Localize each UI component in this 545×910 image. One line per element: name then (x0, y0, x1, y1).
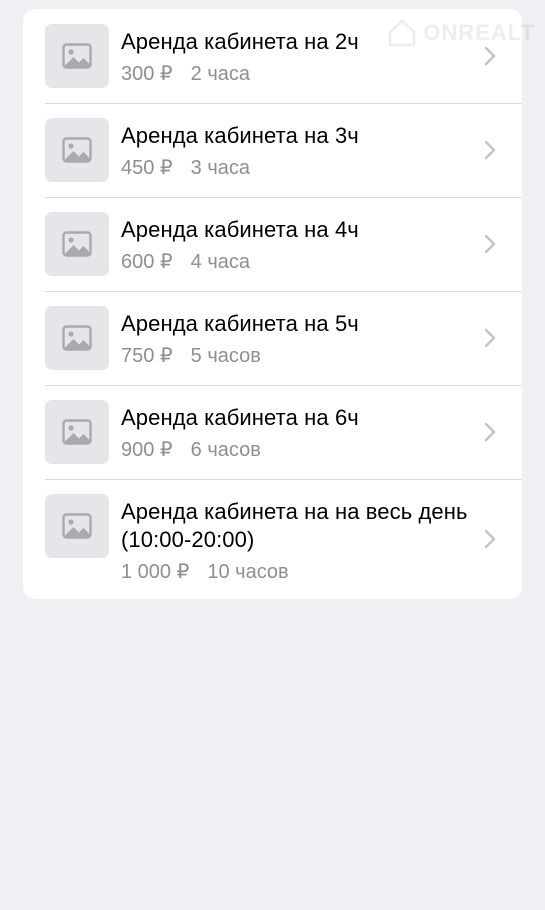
list-item-price: 450 ₽ (121, 157, 173, 179)
services-list: Аренда кабинета на 2ч 300 ₽2 часа Аренда… (23, 9, 522, 599)
list-item-meta: 300 ₽ 2 часа (121, 62, 482, 86)
list-item-text: Аренда кабинета на 5ч 750 ₽ 5 часов (121, 306, 482, 370)
list-item-title: Аренда кабинета на 3ч (121, 123, 359, 148)
list-item-duration: 3 часа (190, 157, 251, 179)
watermark-text: ONREALT (423, 20, 535, 45)
chevron-right-icon (482, 232, 498, 256)
list-item-duration: 5 часов (190, 345, 261, 367)
image-placeholder-icon (45, 400, 109, 464)
list-item-price: 900 ₽ (121, 439, 173, 461)
list-item[interactable]: Аренда кабинета на 4ч 600 ₽ 4 часа (23, 197, 522, 291)
list-item-duration: 10 часов (207, 561, 289, 583)
image-placeholder-icon (45, 118, 109, 182)
list-item-text: Аренда кабинета на 6ч 900 ₽ 6 часов (121, 400, 482, 464)
chevron-right-icon (482, 326, 498, 350)
chevron-right-icon (482, 527, 498, 551)
list-item-text: Аренда кабинета на 4ч 600 ₽ 4 часа (121, 212, 482, 276)
list-item[interactable]: Аренда кабинета на на весь день (10:00-2… (23, 479, 522, 599)
list-item-price: 750 ₽ (121, 345, 173, 367)
image-placeholder-icon (45, 24, 109, 88)
list-item-duration: 4 часа (190, 251, 251, 273)
chevron-right-icon (482, 420, 498, 444)
list-item-duration: 2 часа (190, 63, 251, 85)
watermark: ONREALT (387, 18, 535, 48)
image-placeholder-icon (45, 306, 109, 370)
list-item-meta: 1 000 ₽ 10 часов (121, 560, 482, 584)
list-item-text: Аренда кабинета на 3ч 450 ₽ 3 часа (121, 118, 482, 182)
list-item-meta: 600 ₽ 4 часа (121, 250, 482, 274)
list-item[interactable]: Аренда кабинета на 6ч 900 ₽ 6 часов (23, 385, 522, 479)
list-item-price: 300 ₽ (121, 63, 173, 85)
list-item-price: 1 000 ₽ (121, 561, 190, 583)
list-item[interactable]: Аренда кабинета на 5ч 750 ₽ 5 часов (23, 291, 522, 385)
list-item-meta: 450 ₽ 3 часа (121, 156, 482, 180)
list-item-meta: 750 ₽ 5 часов (121, 344, 482, 368)
house-logo-icon (389, 19, 416, 47)
list-item-title: Аренда кабинета на 6ч (121, 405, 359, 430)
image-placeholder-icon (45, 494, 109, 558)
list-item-duration: 6 часов (190, 439, 261, 461)
image-placeholder-icon (45, 212, 109, 276)
list-item-price: 600 ₽ (121, 251, 173, 273)
list-item-meta: 900 ₽ 6 часов (121, 438, 482, 462)
chevron-right-icon (482, 138, 498, 162)
list-item-text: Аренда кабинета на на весь день (10:00-2… (121, 494, 482, 584)
list-item-title: Аренда кабинета на 5ч (121, 311, 359, 336)
list-item[interactable]: Аренда кабинета на 3ч 450 ₽ 3 часа (23, 103, 522, 197)
list-item-title: Аренда кабинета на 4ч (121, 217, 359, 242)
list-item-title: Аренда кабинета на на весь день (10:00-2… (121, 499, 468, 552)
